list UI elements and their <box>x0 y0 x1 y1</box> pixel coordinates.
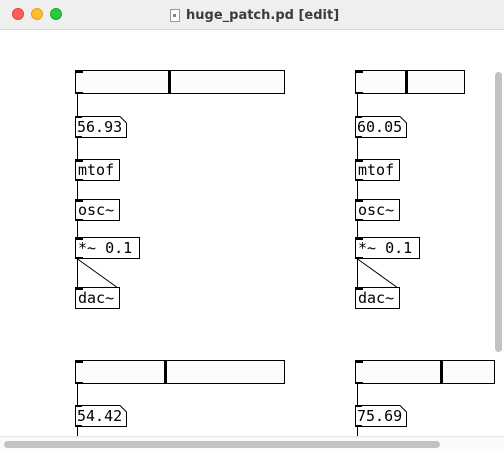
object-osc-1[interactable]: osc~ <box>75 199 120 221</box>
document-icon <box>170 8 180 22</box>
object-label: osc~ <box>78 201 115 219</box>
object-dac-1[interactable]: dac~ <box>75 287 120 309</box>
object-inlet <box>356 199 363 202</box>
cord-mul1-dac-right <box>77 258 119 289</box>
hslider-3[interactable] <box>75 360 285 384</box>
title-bar: huge_patch.pd [edit] <box>0 0 504 30</box>
patch-canvas[interactable]: 56.93 mtof osc~ *~ 0.1 dac~ 60.05 mtof o… <box>0 30 504 451</box>
hslider-2[interactable] <box>355 70 465 94</box>
object-inlet <box>356 159 363 162</box>
hslider-1[interactable] <box>75 70 285 94</box>
hslider-outlet <box>356 382 363 384</box>
horizontal-scrollbar[interactable] <box>4 441 440 448</box>
object-label: mtof <box>358 161 395 179</box>
object-outlet <box>356 219 363 221</box>
hslider-knob[interactable] <box>405 71 408 93</box>
number-box-1[interactable]: 56.93 <box>75 116 131 138</box>
hslider-4[interactable] <box>355 360 495 384</box>
hslider-outlet <box>356 92 363 94</box>
cord-mul2-dac-right <box>357 258 399 289</box>
object-inlet <box>76 237 83 240</box>
object-label: dac~ <box>78 289 115 307</box>
pd-window: huge_patch.pd [edit] 56.93 mtof osc~ *~ … <box>0 0 504 451</box>
minimize-button[interactable] <box>31 8 43 20</box>
hslider-inlet <box>356 360 363 363</box>
object-label: mtof <box>78 161 115 179</box>
vertical-scrollbar[interactable] <box>495 72 502 352</box>
object-outlet <box>356 257 363 259</box>
horizontal-scrollbar-track <box>0 436 504 451</box>
object-outlet <box>76 257 83 259</box>
object-mul-1[interactable]: *~ 0.1 <box>75 237 140 259</box>
object-mul-2[interactable]: *~ 0.1 <box>355 237 420 259</box>
hslider-outlet <box>76 92 83 94</box>
number-box-4[interactable]: 75.69 <box>355 405 411 427</box>
object-inlet <box>356 237 363 240</box>
hslider-outlet <box>76 382 83 384</box>
zoom-button[interactable] <box>50 8 62 20</box>
number-box-value: 60.05 <box>357 118 403 136</box>
hslider-knob[interactable] <box>440 361 443 383</box>
number-box-value: 54.42 <box>77 407 123 425</box>
object-inlet <box>356 287 363 290</box>
hslider-inlet <box>356 70 363 73</box>
object-label: osc~ <box>358 201 395 219</box>
object-osc-2[interactable]: osc~ <box>355 199 400 221</box>
object-outlet <box>76 179 83 181</box>
hslider-knob[interactable] <box>164 361 167 383</box>
object-outlet <box>76 219 83 221</box>
object-dac-2[interactable]: dac~ <box>355 287 400 309</box>
object-mtof-1[interactable]: mtof <box>75 159 120 181</box>
close-button[interactable] <box>12 8 24 20</box>
object-label: dac~ <box>358 289 395 307</box>
object-inlet <box>76 287 83 290</box>
object-mtof-2[interactable]: mtof <box>355 159 400 181</box>
hslider-knob[interactable] <box>168 71 171 93</box>
number-box-3[interactable]: 54.42 <box>75 405 131 427</box>
window-title-text: huge_patch.pd [edit] <box>186 7 340 23</box>
window-title: huge_patch.pd [edit] <box>170 6 339 24</box>
object-inlet <box>76 159 83 162</box>
number-box-2[interactable]: 60.05 <box>355 116 411 138</box>
number-box-value: 56.93 <box>77 118 123 136</box>
number-box-value: 75.69 <box>357 407 403 425</box>
hslider-inlet <box>76 70 83 73</box>
object-outlet <box>356 179 363 181</box>
hslider-inlet <box>76 360 83 363</box>
object-label: *~ 0.1 <box>78 239 133 257</box>
object-label: *~ 0.1 <box>358 239 413 257</box>
object-inlet <box>76 199 83 202</box>
